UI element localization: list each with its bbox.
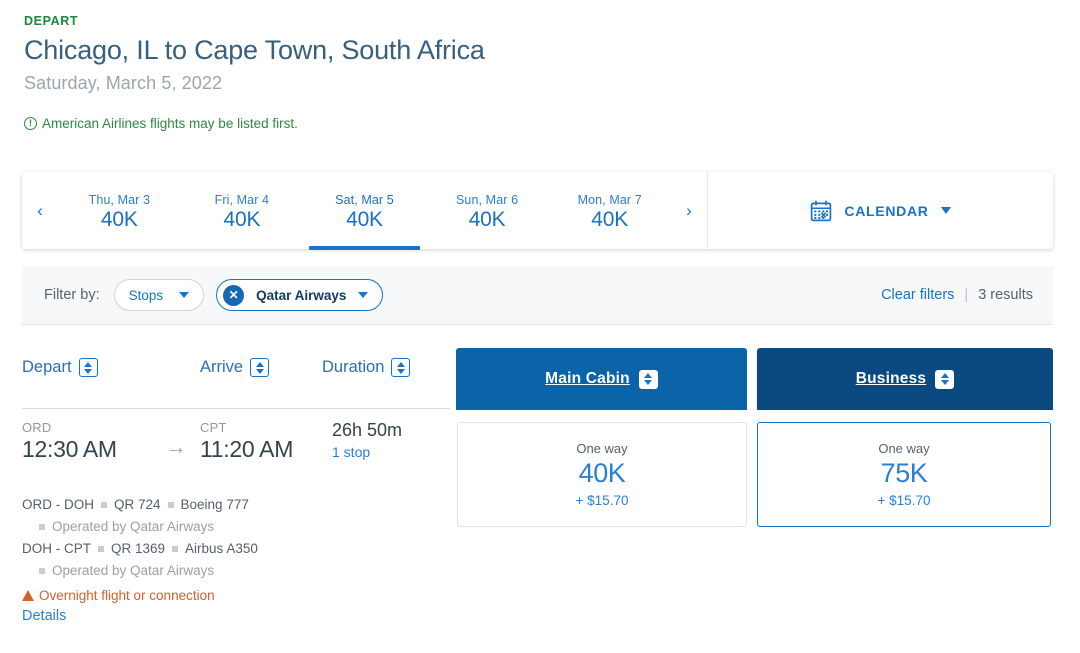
- airline-notice-text: American Airlines flights may be listed …: [42, 116, 298, 131]
- date-tab-3[interactable]: Sun, Mar 6 40K: [426, 172, 549, 249]
- fare-taxes: + $15.70: [576, 493, 629, 508]
- filter-pill-airline-label: Qatar Airways: [256, 288, 346, 303]
- date-tab-price: 40K: [469, 208, 506, 232]
- column-header-depart-label: Depart: [22, 358, 72, 377]
- filter-by-label: Filter by:: [44, 287, 100, 303]
- date-tab-day: Thu, Mar 3: [89, 193, 150, 207]
- close-icon[interactable]: ✕: [223, 285, 244, 306]
- column-header-arrive-label: Arrive: [200, 358, 243, 377]
- calendar-button[interactable]: CALENDAR: [708, 172, 1053, 249]
- date-strip: ‹ Thu, Mar 3 40K Fri, Mar 4 40K Sat, Mar…: [22, 172, 708, 249]
- page-header: DEPART Chicago, IL to Cape Town, South A…: [0, 0, 1080, 131]
- filter-summary: Clear filters | 3 results: [881, 287, 1033, 303]
- origin-airport-code: ORD: [22, 420, 152, 435]
- bullet-icon: [101, 502, 107, 508]
- date-tab-day: Fri, Mar 4: [215, 193, 269, 207]
- filter-pill-airline[interactable]: ✕ Qatar Airways: [216, 279, 383, 311]
- sort-icon[interactable]: [79, 358, 98, 377]
- segment-aircraft: Airbus A350: [185, 541, 258, 556]
- arrow-right-icon: →: [152, 420, 200, 464]
- results-count: 3 results: [978, 287, 1033, 303]
- segment-flight-number: QR 724: [114, 497, 161, 512]
- depart-time: 12:30 AM: [22, 436, 152, 463]
- arrive-time: 11:20 AM: [200, 436, 330, 463]
- filter-pill-stops-label: Stops: [129, 288, 164, 303]
- column-header-business[interactable]: Business: [757, 348, 1053, 410]
- segment-row: DOH - CPT QR 1369 Airbus A350: [22, 541, 1053, 556]
- clear-filters-button[interactable]: Clear filters: [881, 287, 954, 303]
- segment-route: ORD - DOH: [22, 497, 94, 512]
- destination-airport-code: CPT: [200, 420, 330, 435]
- fare-miles: 75K: [881, 458, 928, 489]
- fare-type: One way: [878, 441, 929, 456]
- calendar-label: CALENDAR: [844, 203, 928, 219]
- depart-label: DEPART: [24, 14, 1080, 28]
- bullet-icon: [172, 546, 178, 552]
- duration-block: 26h 50m 1 stop: [330, 420, 470, 460]
- travel-date: Saturday, March 5, 2022: [24, 73, 1080, 94]
- arrive-block: CPT 11:20 AM: [200, 420, 330, 463]
- chevron-down-icon: [358, 292, 368, 298]
- column-header-business-label: Business: [856, 370, 927, 388]
- flight-duration: 26h 50m: [332, 420, 470, 441]
- details-link[interactable]: Details: [22, 608, 1053, 624]
- sort-icon[interactable]: [935, 370, 954, 389]
- date-tab-price: 40K: [101, 208, 138, 232]
- segment-aircraft: Boeing 777: [181, 497, 249, 512]
- segment-operator: Operated by Qatar Airways: [52, 519, 214, 534]
- flight-stops[interactable]: 1 stop: [332, 444, 470, 460]
- info-icon: !: [24, 117, 37, 130]
- overnight-warning: Overnight flight or connection: [22, 588, 1053, 603]
- prev-dates-button[interactable]: ‹: [22, 172, 58, 249]
- date-tab-price: 40K: [591, 208, 628, 232]
- date-tab-price: 40K: [224, 208, 261, 232]
- sort-icon[interactable]: [250, 358, 269, 377]
- date-tab-day: Mon, Mar 7: [578, 193, 642, 207]
- date-tab-price: 40K: [346, 208, 383, 232]
- date-selector-card: ‹ Thu, Mar 3 40K Fri, Mar 4 40K Sat, Mar…: [22, 172, 1053, 249]
- chevron-down-icon: [179, 292, 189, 298]
- fare-taxes: + $15.70: [878, 493, 931, 508]
- segment-operator: Operated by Qatar Airways: [52, 563, 214, 578]
- date-tab-day: Sat, Mar 5: [335, 193, 394, 207]
- bullet-icon: [98, 546, 104, 552]
- page-title: Chicago, IL to Cape Town, South Africa: [24, 34, 1080, 68]
- date-tab-4[interactable]: Mon, Mar 7 40K: [548, 172, 671, 249]
- date-tab-1[interactable]: Fri, Mar 4 40K: [181, 172, 304, 249]
- date-tab-day: Sun, Mar 6: [456, 193, 518, 207]
- airline-notice: ! American Airlines flights may be liste…: [24, 116, 1080, 131]
- filter-bar: Filter by: Stops ✕ Qatar Airways Clear f…: [22, 266, 1053, 325]
- depart-block: ORD 12:30 AM: [22, 420, 152, 463]
- column-header-duration[interactable]: Duration: [322, 358, 458, 377]
- date-tabs: Thu, Mar 3 40K Fri, Mar 4 40K Sat, Mar 5…: [58, 172, 671, 249]
- overnight-warning-text: Overnight flight or connection: [39, 588, 215, 603]
- next-dates-button[interactable]: ›: [671, 172, 707, 249]
- chevron-down-icon: [941, 207, 951, 214]
- bullet-icon: [39, 524, 45, 530]
- price-card-main-cabin[interactable]: One way 40K + $15.70: [457, 422, 747, 527]
- segment-operator-row: Operated by Qatar Airways: [22, 563, 1053, 578]
- price-card-business[interactable]: One way 75K + $15.70: [757, 422, 1051, 527]
- flight-results-page: DEPART Chicago, IL to Cape Town, South A…: [0, 0, 1080, 653]
- sort-icon[interactable]: [639, 370, 658, 389]
- warning-triangle-icon: [22, 590, 34, 601]
- divider: |: [964, 287, 968, 303]
- fare-type: One way: [576, 441, 627, 456]
- column-header-main-cabin[interactable]: Main Cabin: [456, 348, 747, 410]
- filter-pill-stops[interactable]: Stops: [114, 279, 205, 311]
- segment-route: DOH - CPT: [22, 541, 91, 556]
- date-tab-2[interactable]: Sat, Mar 5 40K: [303, 172, 426, 249]
- bullet-icon: [39, 568, 45, 574]
- header-divider: [22, 408, 450, 409]
- calendar-icon: [810, 200, 832, 222]
- sort-icon[interactable]: [391, 358, 410, 377]
- fare-miles: 40K: [579, 458, 626, 489]
- date-tab-0[interactable]: Thu, Mar 3 40K: [58, 172, 181, 249]
- column-header-duration-label: Duration: [322, 358, 384, 377]
- column-header-depart[interactable]: Depart: [22, 358, 200, 377]
- segment-flight-number: QR 1369: [111, 541, 165, 556]
- column-header-arrive[interactable]: Arrive: [200, 358, 322, 377]
- column-header-main-cabin-label: Main Cabin: [545, 370, 630, 388]
- bullet-icon: [168, 502, 174, 508]
